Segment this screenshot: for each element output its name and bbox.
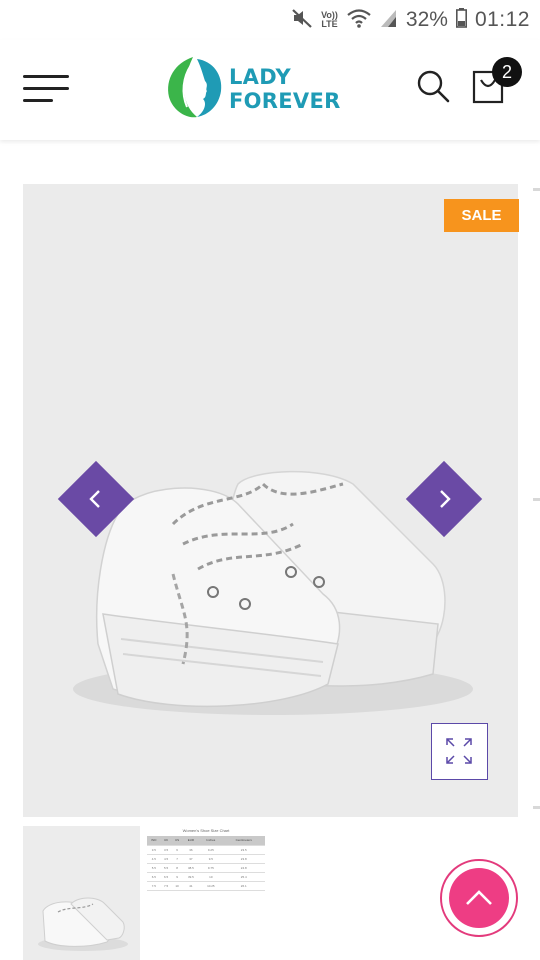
size-chart-cell: 9 <box>171 872 183 882</box>
size-chart-cell: 10 <box>171 881 183 891</box>
size-chart-cell: 6.5 <box>160 872 172 882</box>
menu-icon[interactable] <box>23 75 69 103</box>
size-chart-cell: 10 <box>199 872 223 882</box>
size-chart-row: 7.5 7.5 10 41 10.25 26.1 <box>147 881 265 891</box>
size-chart-cell: 24.8 <box>222 863 265 873</box>
battery-icon <box>455 7 467 33</box>
leaf-face-icon <box>163 53 225 126</box>
size-chart-cell: 9.25 <box>199 845 223 855</box>
size-chart-cell: 3.5 <box>160 845 172 855</box>
size-chart-cell: 10.25 <box>199 881 223 891</box>
size-chart-cell: 39.5 <box>182 872 200 882</box>
size-chart-cell: 5.5 <box>160 863 172 873</box>
size-chart-header-row: IND UK US EUR Inches Centimeters <box>147 836 265 846</box>
brand-name: LADY FOREVER <box>229 65 341 113</box>
scroll-to-top-button[interactable] <box>440 859 518 937</box>
size-chart-cell: 8 <box>171 863 183 873</box>
size-chart-cell: 6.5 <box>147 872 161 882</box>
size-chart-row: 4.5 4.5 7 37 9.5 23.8 <box>147 854 265 864</box>
clock: 01:12 <box>474 8 530 31</box>
size-chart-header: UK <box>160 836 172 846</box>
battery-percentage: 32% <box>405 8 448 31</box>
size-chart-row: 3.5 3.5 6 36 9.25 23.5 <box>147 845 265 855</box>
size-chart-cell: 3.5 <box>147 845 161 855</box>
size-chart-table: IND UK US EUR Inches Centimeters 3.5 3.5… <box>147 836 265 891</box>
size-chart-row: 6.5 6.5 9 39.5 10 25.4 <box>147 872 265 882</box>
mute-icon <box>291 7 313 34</box>
size-chart-header: Inches <box>199 836 223 846</box>
size-chart-header: US <box>171 836 183 846</box>
size-chart-cell: 9.5 <box>199 854 223 864</box>
size-chart-header: Centimeters <box>222 836 265 846</box>
shoe-thumbnail-image <box>38 897 128 951</box>
size-chart-cell: 7 <box>171 854 183 864</box>
thumbnail-size-chart[interactable]: Women's Shoe Size Chart IND UK US EUR In… <box>147 826 265 960</box>
zoom-button[interactable] <box>431 723 488 780</box>
site-header: LADY FOREVER 2 <box>0 40 540 140</box>
size-chart-header: EUR <box>182 836 200 846</box>
scroll-edge-mark <box>533 498 540 501</box>
size-chart-cell: 36 <box>182 845 200 855</box>
search-icon[interactable] <box>414 68 452 106</box>
chevron-right-icon <box>440 490 451 508</box>
signal-icon <box>380 8 398 33</box>
size-chart-header: IND <box>147 836 161 846</box>
size-chart-cell: 4.5 <box>160 854 172 864</box>
size-chart-cell: 41 <box>182 881 200 891</box>
wifi-icon <box>346 7 372 34</box>
size-chart-cell: 6 <box>171 845 183 855</box>
size-chart-cell: 4.5 <box>147 854 161 864</box>
size-chart-cell: 7.5 <box>147 881 161 891</box>
size-chart-cell: 37 <box>182 854 200 864</box>
scroll-edge-mark <box>533 188 540 191</box>
status-icons: Vo)) LTE 32% 01:12 <box>291 6 530 34</box>
size-chart-cell: 7.5 <box>160 881 172 891</box>
chevron-left-icon <box>89 490 100 508</box>
size-chart-cell: 23.5 <box>222 845 265 855</box>
scroll-to-top-fill <box>449 868 509 928</box>
size-chart-cell: 5.5 <box>147 863 161 873</box>
size-chart-cell: 23.8 <box>222 854 265 864</box>
size-chart-row: 5.5 5.5 8 38.5 9.75 24.8 <box>147 863 265 873</box>
size-chart-title: Women's Shoe Size Chart <box>182 828 230 833</box>
sale-badge: SALE <box>444 199 519 232</box>
size-chart-cell: 9.75 <box>199 863 223 873</box>
chevron-up-icon <box>466 890 492 905</box>
volte-bottom-label: LTE <box>321 19 338 29</box>
size-chart-cell: 26.1 <box>222 881 265 891</box>
thumbnail-shoe[interactable] <box>23 826 140 960</box>
cart-count-badge[interactable]: 2 <box>492 57 522 87</box>
status-bar: Vo)) LTE 32% 01:12 <box>0 0 540 40</box>
expand-icon <box>446 738 472 764</box>
size-chart-cell: 25.4 <box>222 872 265 882</box>
size-chart-cell: 38.5 <box>182 863 200 873</box>
brand-logo[interactable]: LADY FOREVER <box>163 54 383 124</box>
volte-indicator: Vo)) LTE <box>321 11 338 29</box>
scroll-edge-mark <box>533 806 540 809</box>
